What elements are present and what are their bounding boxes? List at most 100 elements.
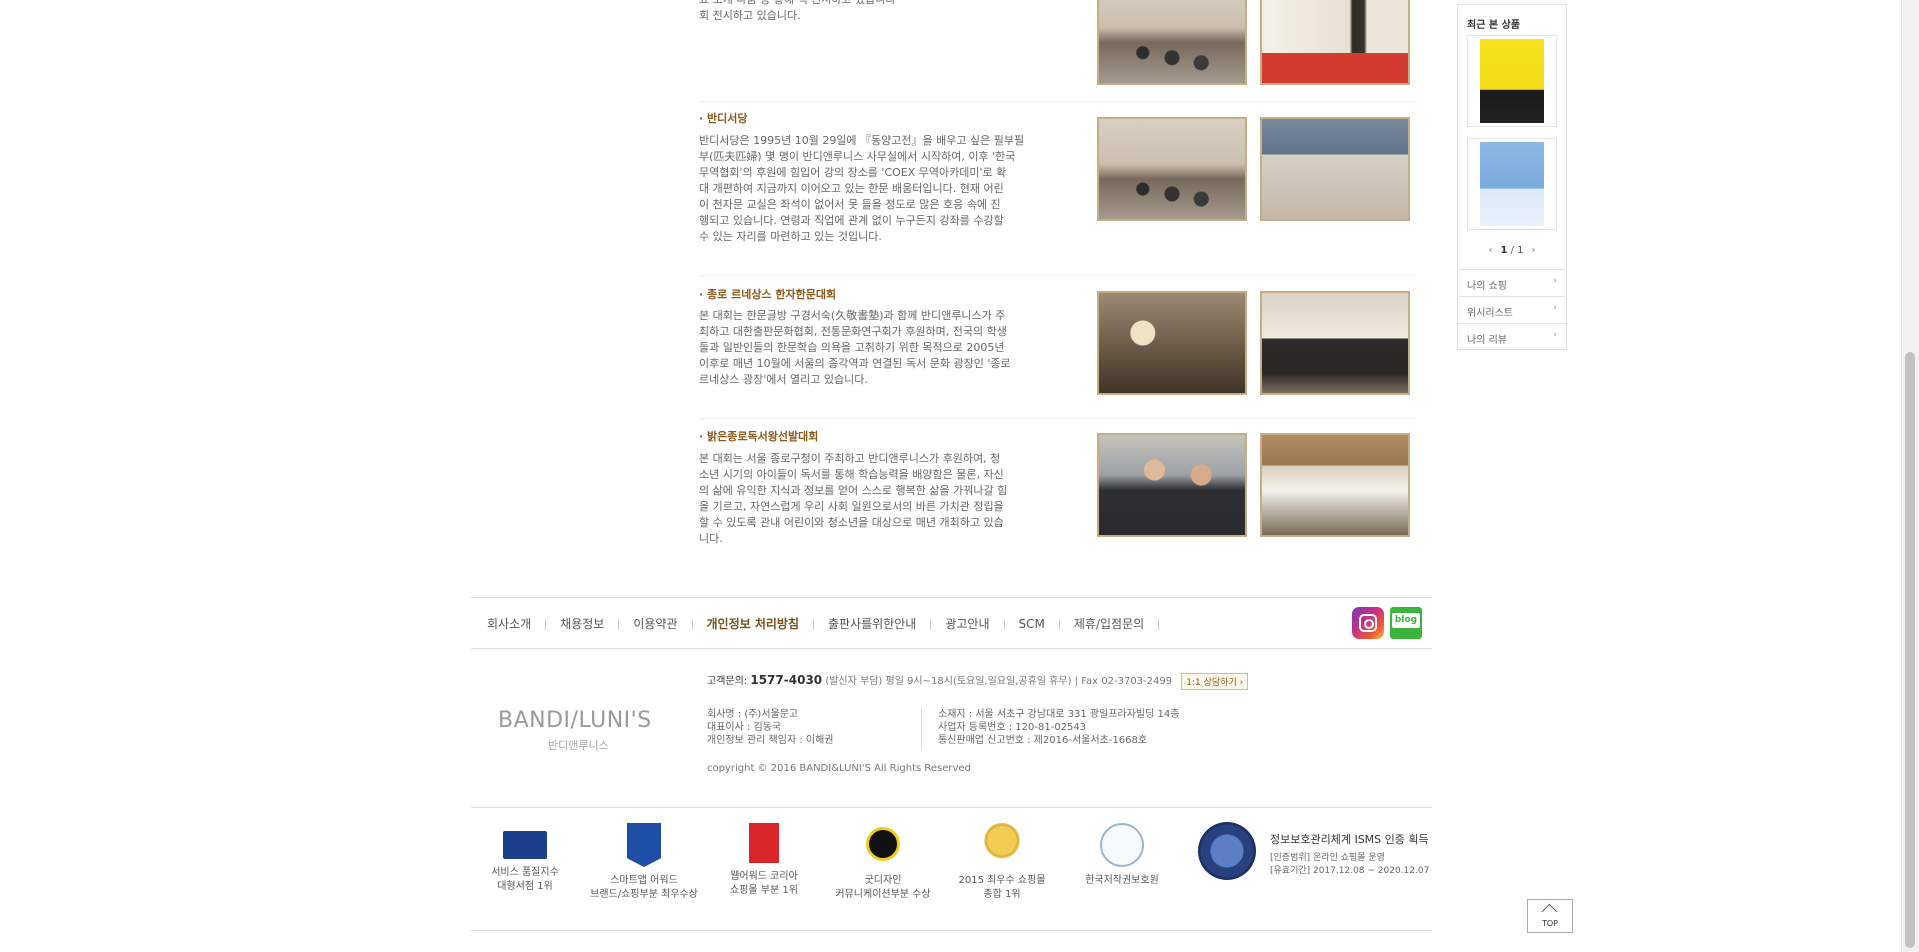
footer-link-terms[interactable]: 이용약관	[633, 615, 677, 632]
footer-link-ads[interactable]: 광고안내	[945, 615, 989, 632]
footer-link-company[interactable]: 회사소개	[487, 615, 531, 632]
ok-seal-icon	[1100, 823, 1144, 867]
isms-period: [유효기간] 2017.12.08 ~ 2020.12.07	[1270, 866, 1430, 876]
text-line: 반디서당은 1995년 10월 29일에 『동양고전』을 배우고 싶은 필부필	[699, 134, 1025, 147]
info-line: 대표이사 : 김동국	[707, 722, 782, 733]
footer-links: 회사소개 채용정보 이용약관 개인정보 처리방침 출판사를위한안내 광고안내 SCM 제휴/입…	[487, 615, 1173, 632]
pager-current: 1	[1500, 245, 1508, 256]
award-label: 굿디자인	[864, 875, 902, 886]
award-best-mall: 2015 최우수 쇼핑몰 종합 1위	[952, 823, 1052, 902]
footer-divider	[471, 648, 1432, 649]
my-reviews-link[interactable]: 나의 리뷰 ›	[1458, 323, 1566, 351]
footer-link-partnership[interactable]: 제휴/입점문의	[1074, 615, 1144, 632]
instagram-icon[interactable]	[1352, 607, 1384, 639]
text-line: 본 대회는 서울 종로구청이 주최하고 반디앤루니스가 후원하여, 청	[699, 452, 1001, 465]
section-title: · 밝은종로독서왕선발대회	[699, 430, 819, 443]
company-info-right: 소재지 : 서울 서초구 강남대로 331 광일프라자빌딩 14층 사업자 등록…	[938, 708, 1179, 747]
text-line: 을 기르고, 자연스럽게 우리 사회 일원으로서의 바른 가치관 정립을	[699, 500, 1004, 513]
chevron-left-icon[interactable]: ‹	[1488, 245, 1492, 256]
text-line: 르네상스 광장'에서 열리고 있습니다.	[699, 373, 868, 386]
text-line: 할 수 있도록 관내 어린이와 청소년을 대상으로 매년 개최하고 있습	[699, 516, 1004, 529]
section-title: · 반디서당	[699, 112, 748, 125]
footer-link-publishers[interactable]: 출판사를위한안내	[828, 615, 916, 632]
page-scrollbar[interactable]	[1901, 0, 1919, 952]
link-separator	[930, 619, 932, 630]
company-info-left: 회사명 : (주)서울문고 대표이사 : 김동국 개인정보 관리 책임자 : 이…	[707, 708, 833, 747]
award-label: 스마트앱 어워드	[610, 875, 678, 886]
book-cover-image	[1480, 142, 1544, 226]
reading-photo-2	[1260, 433, 1410, 537]
section-text: 반디서당은 1995년 10월 29일에 『동양고전』을 배우고 싶은 필부필 …	[699, 133, 1067, 245]
award-good-design: 굿디자인 커뮤니케이션부분 수상	[830, 823, 936, 902]
section-divider	[699, 275, 1415, 277]
info-line: 통신판매업 신고번호 : 제2016-서울서초-1668호	[938, 735, 1148, 746]
chevron-right-icon: ›	[1553, 303, 1557, 313]
scroll-top-button[interactable]: TOP	[1527, 899, 1573, 933]
trophy-icon	[980, 823, 1024, 867]
cs-note: (발신자 부담) 평일 9시~18시(토요일,일요일,공휴일 휴무) | Fax…	[825, 676, 1173, 687]
reading-photo-1	[1097, 433, 1247, 537]
ks-sqi-icon	[503, 831, 547, 859]
info-line: 개인정보 관리 책임자 : 이해권	[707, 735, 834, 746]
web-award-icon	[749, 823, 779, 863]
award-label: 종합 1위	[983, 889, 1021, 900]
chevron-up-icon	[1541, 903, 1558, 920]
text-line: 니다.	[699, 532, 723, 545]
text-line: 행되고 있습니다. 연령과 직업에 관계 없이 누구든지 강좌를 수강할	[699, 214, 1004, 227]
section-hanja-contest: · 종로 르네상스 한자한문대회 본 대회는 한문글방 구경서숙(久敬書塾)과 …	[699, 286, 1415, 426]
isms-seal-icon	[1198, 822, 1256, 880]
scrollbar-thumb[interactable]	[1905, 352, 1915, 948]
info-divider	[921, 708, 922, 750]
section-divider	[699, 101, 1415, 103]
chevron-right-icon: ›	[1553, 276, 1557, 286]
footer-link-privacy[interactable]: 개인정보 처리방침	[707, 615, 800, 632]
chat-consult-button[interactable]: 1:1 상담하기 ›	[1181, 672, 1249, 690]
recent-book-1[interactable]	[1467, 35, 1557, 127]
text-line: 회 전시하고 있습니다.	[699, 9, 801, 22]
chevron-right-icon[interactable]: ›	[1532, 245, 1536, 256]
seodang-photo-1	[1097, 117, 1247, 221]
link-label: 나의 리뷰	[1467, 335, 1507, 346]
recent-items-panel: 최근 본 상품 ‹ 1 / 1 › 나의 쇼핑 › 위시리스트 › 나의 리뷰 ›	[1457, 4, 1567, 350]
pager-total: / 1	[1510, 245, 1524, 256]
footer-link-scm[interactable]: SCM	[1019, 617, 1045, 631]
text-line: 들과 일반인들의 한문학습 의욕을 고취하기 위한 목적으로 2005년	[699, 341, 1005, 354]
my-shopping-link[interactable]: 나의 쇼핑 ›	[1458, 269, 1566, 297]
text-line: 수 있는 자리를 마련하고 있는 것입니다.	[699, 230, 882, 243]
section-text: 본 대회는 한문글방 구경서숙(久敬書塾)과 함께 반디앤루니스가 주 최하고 …	[699, 308, 1067, 388]
book-cover-image	[1480, 39, 1544, 123]
wishlist-link[interactable]: 위시리스트 ›	[1458, 296, 1566, 324]
good-design-icon	[866, 827, 900, 861]
info-line: 소재지 : 서울 서초구 강남대로 331 광일프라자빌딩 14층	[938, 709, 1180, 720]
chevron-right-icon: ›	[1553, 330, 1557, 340]
section-text: 본 대회는 서울 종로구청이 주최하고 반디앤루니스가 후원하여, 청 소년 시…	[699, 451, 1067, 547]
footer-link-careers[interactable]: 채용정보	[560, 615, 604, 632]
recent-book-2[interactable]	[1467, 138, 1557, 230]
text-line: 최하고 대한출판문화협회, 전통문화연구회가 후원하며, 전국의 학생	[699, 325, 1007, 338]
link-separator	[1058, 619, 1060, 630]
text-line: 무역협회'의 후원에 힘입어 강의 장소를 'COEX 무역아카데미'로 확	[699, 166, 1007, 179]
isms-scope: [인증범위] 온라인 쇼핑몰 운영	[1270, 853, 1385, 863]
award-ks-sqi: 서비스 품질지수 대형서점 1위	[483, 823, 567, 894]
blog-label: blog	[1392, 613, 1420, 628]
link-label: 나의 쇼핑	[1467, 281, 1507, 292]
award-label: 2015 최우수 쇼핑몰	[958, 875, 1046, 886]
section-reading-king: · 밝은종로독서왕선발대회 본 대회는 서울 종로구청이 주최하고 반디앤루니스…	[699, 428, 1415, 578]
section-title: · 종로 르네상스 한자한문대회	[699, 288, 837, 301]
award-copyright: 한국저작권보호원	[1074, 823, 1170, 888]
link-separator	[691, 619, 693, 630]
text-line: 의 삶에 유익한 지식과 정보를 얻어 스스로 행복한 삶을 가꿔나갈 힘	[699, 484, 1008, 497]
isms-description: [인증범위] 온라인 쇼핑몰 운영 [유효기간] 2017.12.08 ~ 20…	[1270, 852, 1429, 878]
link-label: 위시리스트	[1467, 308, 1513, 319]
cs-phone: 1577-4030	[750, 673, 823, 687]
section-divider	[699, 418, 1415, 420]
top-label: TOP	[1541, 919, 1558, 928]
section-gallery-text: 요 소개 나눔 등 통해 책 전시하고 있습니다 회 전시하고 있습니다.	[699, 0, 1067, 24]
customer-service-line: 고객문의: 1577-4030 (발신자 부담) 평일 9시~18시(토요일,일…	[707, 672, 1249, 690]
contest-photo-1	[1097, 291, 1247, 395]
cs-label: 고객문의:	[707, 676, 748, 687]
blog-icon[interactable]: blog	[1390, 607, 1422, 639]
link-separator	[813, 619, 815, 630]
award-label: 웹어워드 코리아	[730, 871, 798, 882]
app-award-icon	[627, 823, 661, 867]
